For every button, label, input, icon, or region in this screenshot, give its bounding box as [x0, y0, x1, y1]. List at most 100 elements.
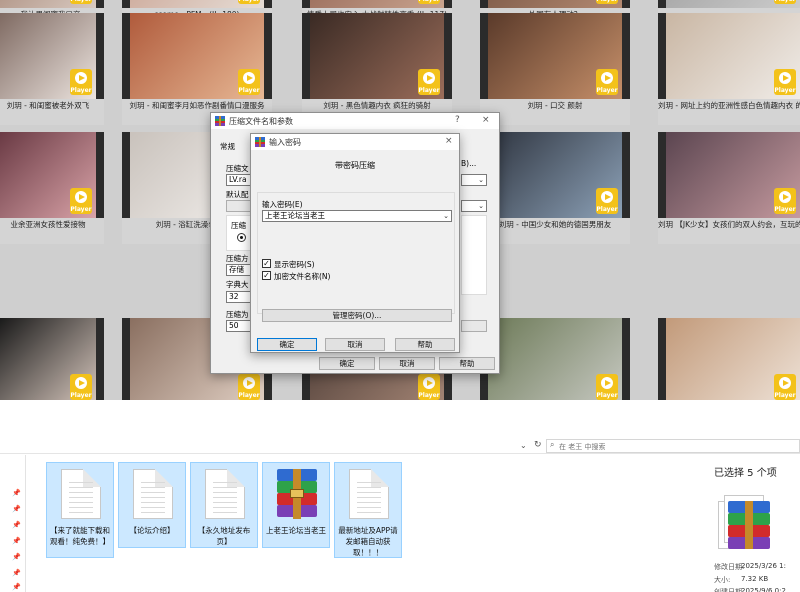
archive-ok-button[interactable]: 确定 — [319, 357, 375, 370]
player-icon: Player — [774, 374, 796, 400]
player-icon: Player — [70, 188, 92, 214]
video-caption: 业余亚洲女孩性爱接物 — [10, 220, 86, 229]
video-thumbnail[interactable]: Player 刘玥 - 网址上约的亚洲性感白色情趣内衣 的年轻 人 想要像我一样的… — [658, 13, 800, 125]
navigation-pane[interactable]: 📌 📌 📌 📌 📌 📌 📌 — [0, 455, 26, 592]
archive-name-dropdown[interactable]: ⌄ — [461, 174, 487, 186]
archive-cancel-button[interactable]: 取消 — [379, 357, 435, 370]
search-icon: ⌕ — [550, 440, 555, 449]
text-file-icon — [205, 469, 245, 519]
chevron-down-icon: ⌄ — [443, 212, 449, 220]
file-item[interactable]: 【来了就能下载和观看！纯免费！】 — [46, 462, 114, 558]
video-preview: Player — [122, 13, 272, 99]
file-name: 上老王论坛当老王 — [266, 526, 326, 535]
encrypt-filenames-checkbox[interactable]: ✓ — [262, 271, 271, 280]
pin-icon[interactable]: 📌 — [12, 537, 21, 545]
detail-value: 2025/9/6 0:2 — [741, 587, 786, 592]
multi-file-stack-icon — [718, 495, 770, 553]
tab-general[interactable]: 常规 — [220, 141, 235, 152]
video-preview: Player — [302, 13, 452, 99]
archive-help-button[interactable]: 帮助 — [439, 357, 495, 370]
player-icon: Player — [70, 69, 92, 95]
password-input[interactable]: 上老王论坛当老王 ⌄ — [262, 210, 452, 222]
show-password-checkbox[interactable]: ✓ — [262, 259, 271, 268]
video-thumbnail[interactable]: Player — [480, 318, 630, 400]
update-mode-dropdown[interactable]: ⌄ — [461, 200, 487, 212]
close-icon[interactable]: × — [445, 136, 453, 146]
player-icon: Player — [774, 188, 796, 214]
default-profile-label: 默认配 — [226, 190, 249, 199]
pin-icon[interactable]: 📌 — [12, 521, 21, 529]
split-unit-button[interactable] — [461, 320, 487, 332]
video-thumbnail[interactable]: Player 刘玥 - 中国少女和她的德国男朋友 — [480, 132, 630, 244]
browse-button-label[interactable]: B)... — [461, 159, 476, 168]
file-name: 【永久地址发布页】 — [197, 526, 251, 546]
pin-icon[interactable]: 📌 — [12, 489, 21, 497]
password-help-button[interactable]: 帮助 — [395, 338, 455, 351]
detail-row: 创建日期: 2025/9/6 0:2 — [714, 587, 786, 592]
player-icon: Player — [596, 374, 618, 400]
pin-icon[interactable]: 📌 — [12, 505, 21, 513]
help-icon[interactable]: ? — [455, 115, 460, 125]
player-icon: Player — [238, 69, 260, 95]
player-icon: Player — [774, 0, 796, 4]
video-thumbnail[interactable]: Player — [0, 318, 104, 400]
file-item[interactable]: 【永久地址发布页】 — [190, 462, 258, 548]
file-item[interactable]: 【论坛介绍】 — [118, 462, 186, 548]
close-icon[interactable]: × — [482, 115, 490, 125]
file-name: 【来了就能下载和观看！纯免费！】 — [50, 526, 110, 546]
detail-value: 2025/3/26 1: — [741, 562, 786, 570]
detail-label: 大小: — [714, 576, 731, 584]
video-thumbnail[interactable]: Player 刘玥 - 和闺蜜被老外双飞 — [0, 13, 104, 125]
video-thumbnail[interactable]: Player — [658, 318, 800, 400]
search-input[interactable] — [559, 441, 789, 452]
dialog-title: 输入密码 — [269, 138, 301, 147]
pin-icon[interactable]: 📌 — [12, 583, 21, 591]
file-item[interactable]: 最新地址及APP请发邮箱自动获取！！！ — [334, 462, 402, 558]
detail-value: 7.32 KB — [741, 575, 769, 583]
encrypt-filenames-label: 加密文件名称(N) — [274, 272, 331, 281]
video-caption: 刘玥 - 网址上约的亚洲性感白色情趣内衣 的年轻 人 想要像我一样的ESC吗？完… — [658, 101, 800, 110]
video-preview: Player — [658, 318, 800, 400]
winrar-icon — [255, 137, 265, 147]
format-radio[interactable] — [237, 233, 246, 242]
video-caption: 刘玥 - 和闺蜜李月如恶作剧番情口漫服务 — [129, 101, 265, 110]
player-icon: Player — [418, 0, 440, 4]
pin-icon[interactable]: 📌 — [12, 553, 21, 561]
pin-icon[interactable]: 📌 — [12, 569, 21, 577]
password-ok-button[interactable]: 确定 — [257, 338, 317, 351]
video-thumbnail[interactable]: Player 刘玥 - 黑色情趣内衣 疯狂的骑射 — [302, 13, 452, 125]
password-cancel-button[interactable]: 取消 — [325, 338, 385, 351]
options-group — [461, 215, 487, 295]
search-box[interactable]: ⌕ — [546, 439, 800, 453]
file-name: 最新地址及APP请发邮箱自动获取！！！ — [338, 526, 398, 557]
video-thumbnail[interactable]: Player 刘玥 - 和闺蜜李月如恶作剧番情口漫服务 — [122, 13, 272, 125]
player-icon: Player — [418, 69, 440, 95]
text-file-icon — [133, 469, 173, 519]
chevron-down-icon[interactable]: ⌄ — [520, 441, 527, 450]
archive-name-label: 压缩文 — [226, 164, 249, 173]
detail-row: 大小: 7.32 KB — [714, 575, 768, 585]
password-label: 输入密码(E) — [262, 200, 303, 209]
player-icon: Player — [596, 188, 618, 214]
chevron-down-icon: ⌄ — [478, 202, 484, 210]
player-icon: Player — [70, 374, 92, 400]
text-file-icon — [61, 469, 101, 519]
dialog-titlebar[interactable]: 输入密码 × — [251, 134, 459, 150]
manage-passwords-button[interactable]: 管理密码(O)... — [262, 309, 452, 322]
video-thumbnail[interactable]: Player 刘玥 【JK少女】女孩们的双人约会，互玩的乐 水乳痰 — [658, 132, 800, 244]
video-preview: Player — [480, 0, 630, 8]
video-preview: Player — [0, 13, 104, 99]
video-preview: Player — [122, 0, 272, 8]
player-icon: Player — [596, 0, 618, 4]
refresh-icon[interactable]: ↻ — [534, 440, 542, 450]
split-label: 压缩为 — [226, 310, 249, 319]
dialog-titlebar[interactable]: 压缩文件名和参数 ? × — [211, 113, 499, 129]
video-thumbnail[interactable]: Player 业余亚洲女孩性爱接物 — [0, 132, 104, 244]
video-preview: Player — [658, 0, 800, 8]
file-item[interactable]: 上老王论坛当老王 — [262, 462, 330, 548]
archive-format-label: 压缩 — [231, 221, 246, 230]
selection-count: 已选择 5 个项 — [714, 468, 777, 479]
video-preview: Player — [480, 132, 630, 218]
video-thumbnail[interactable]: Player 刘玥 - 口交 颜射 — [480, 13, 630, 125]
text-file-icon — [349, 469, 389, 519]
